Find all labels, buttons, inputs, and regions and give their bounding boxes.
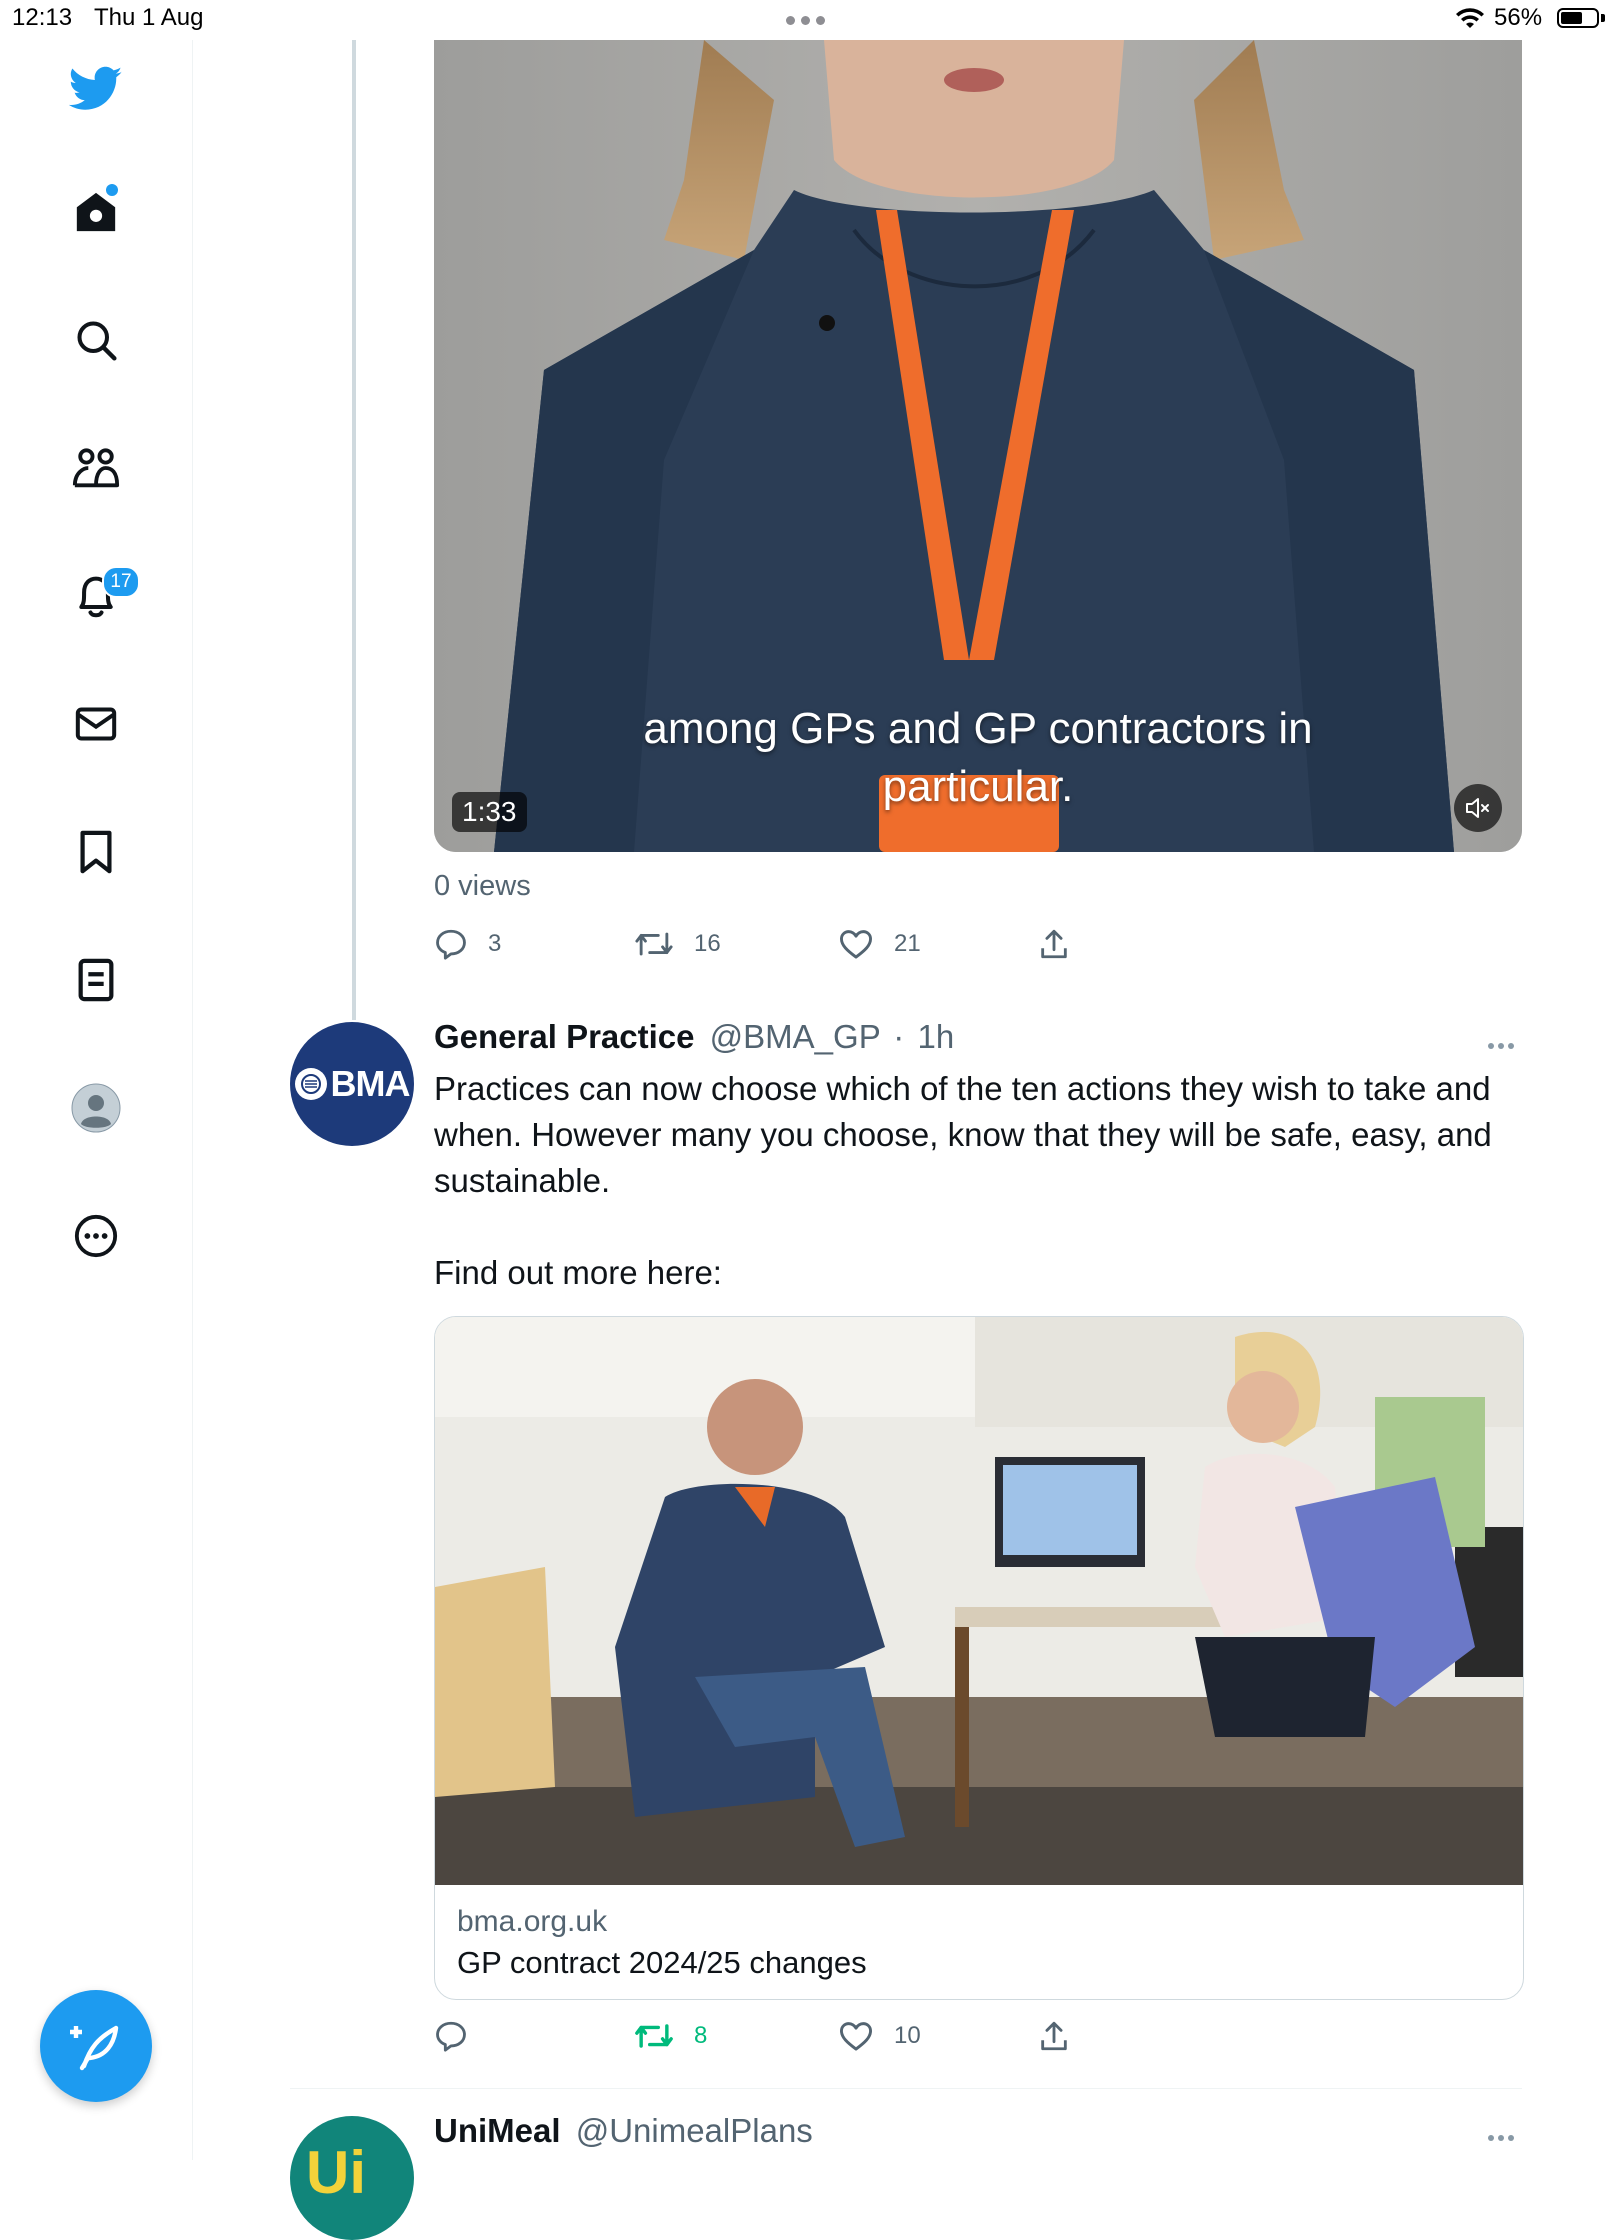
nav-search[interactable] xyxy=(56,300,136,380)
nav-notifications[interactable]: 17 xyxy=(56,556,140,636)
like-count: 10 xyxy=(894,2022,921,2049)
mute-button[interactable] xyxy=(1454,784,1502,832)
bma-avatar-text: BMA xyxy=(330,1063,411,1104)
link-card[interactable]: bma.org.uk GP contract 2024/25 changes xyxy=(434,1316,1524,2000)
tweet-text-paragraph1: Practices can now choose which of the te… xyxy=(434,1070,1492,1199)
compose-tweet-button[interactable] xyxy=(40,1990,152,2102)
multitasking-dots-icon[interactable] xyxy=(786,12,834,25)
nav-home[interactable] xyxy=(56,172,136,252)
view-count: 0 views xyxy=(434,870,531,902)
sidebar-nav: 17 xyxy=(0,40,193,2160)
lists-icon xyxy=(78,958,114,1002)
search-icon xyxy=(77,321,117,361)
profile-avatar-icon xyxy=(71,1083,121,1133)
bookmark-icon xyxy=(80,830,112,874)
twitter-logo-icon[interactable] xyxy=(56,49,136,129)
retweet-icon-active xyxy=(635,2024,673,2048)
reply-button[interactable]: 3 xyxy=(434,922,501,966)
nav-lists[interactable] xyxy=(56,940,136,1020)
nav-profile[interactable] xyxy=(56,1068,136,1148)
video-caption-line2: particular. xyxy=(882,762,1074,811)
separator-dot: · xyxy=(893,1018,905,1055)
share-button[interactable] xyxy=(1038,922,1090,966)
tweet-time[interactable]: 1h xyxy=(917,1018,954,1055)
link-card-domain: bma.org.uk xyxy=(457,1905,608,1938)
like-count: 21 xyxy=(894,930,921,957)
video-duration: 1:33 xyxy=(452,792,527,832)
mail-icon xyxy=(75,707,117,741)
more-circle-icon xyxy=(74,1214,118,1258)
author-handle[interactable]: @BMA_GP xyxy=(710,1018,880,1055)
nav-communities[interactable] xyxy=(56,428,136,508)
reply-count: 3 xyxy=(488,930,502,957)
reply-button[interactable] xyxy=(434,2014,488,2058)
retweet-button[interactable]: 8 xyxy=(634,2014,707,2058)
nav-messages[interactable] xyxy=(56,684,136,764)
heart-icon xyxy=(839,2022,872,2051)
home-unread-dot xyxy=(106,184,118,196)
share-icon xyxy=(1041,2021,1067,2051)
battery-percent: 56% xyxy=(1494,4,1543,31)
status-time: 12:13 xyxy=(12,4,73,31)
retweet-count: 8 xyxy=(694,2022,708,2049)
bma-avatar[interactable]: BMA xyxy=(290,1022,414,1146)
share-icon xyxy=(1041,929,1067,959)
nav-more[interactable] xyxy=(56,1196,136,1276)
next-author-handle[interactable]: @UnimealPlans xyxy=(576,2112,813,2149)
retweet-count: 16 xyxy=(694,930,721,957)
compose-feather-icon xyxy=(70,2025,119,2071)
video-tweet-actions: 3 16 21 xyxy=(434,922,1134,966)
retweet-icon xyxy=(635,932,673,956)
like-button[interactable]: 21 xyxy=(838,922,921,966)
thread-connector xyxy=(352,40,356,1020)
tweet-text: Practices can now choose which of the te… xyxy=(434,1066,1524,1296)
bma-logo-icon xyxy=(294,1068,327,1100)
wifi-icon xyxy=(1456,8,1484,28)
tweet-actions: 8 10 xyxy=(434,2014,1134,2058)
next-tweet-more-icon[interactable] xyxy=(1488,2128,1518,2141)
battery-icon xyxy=(1557,8,1599,28)
speaker-muted-icon xyxy=(1466,798,1489,818)
reply-icon xyxy=(436,929,466,960)
tweet-header: General Practice @BMA_GP · 1h xyxy=(434,1018,954,1056)
reply-icon xyxy=(436,2021,466,2052)
video-player[interactable]: among GPs and GP contractors in particul… xyxy=(434,40,1522,852)
status-bar: 12:13 Thu 1 Aug 56% xyxy=(0,0,1620,40)
tweet-more-icon[interactable] xyxy=(1488,1036,1518,1049)
tweet-divider xyxy=(290,2088,1522,2089)
communities-icon xyxy=(72,448,120,488)
battery-cap xyxy=(1601,14,1605,22)
nav-bookmarks[interactable] xyxy=(56,812,136,892)
tweet-text-paragraph2: Find out more here: xyxy=(434,1254,722,1291)
notifications-badge: 17 xyxy=(102,566,140,598)
next-author-name[interactable]: UniMeal xyxy=(434,2112,561,2149)
video-caption-line1: among GPs and GP contractors in xyxy=(643,704,1313,753)
status-date: Thu 1 Aug xyxy=(94,4,204,31)
link-card-image xyxy=(435,1317,1523,1885)
share-button[interactable] xyxy=(1038,2014,1090,2058)
next-tweet-header: UniMeal @UnimealPlans xyxy=(434,2112,813,2150)
like-button[interactable]: 10 xyxy=(838,2014,921,2058)
author-name[interactable]: General Practice xyxy=(434,1018,695,1055)
link-card-title: GP contract 2024/25 changes xyxy=(457,1945,867,1980)
unimeal-avatar[interactable]: Ui xyxy=(290,2116,414,2240)
heart-icon xyxy=(839,930,872,959)
retweet-button[interactable]: 16 xyxy=(634,922,721,966)
unimeal-avatar-text: Ui xyxy=(306,2139,366,2206)
